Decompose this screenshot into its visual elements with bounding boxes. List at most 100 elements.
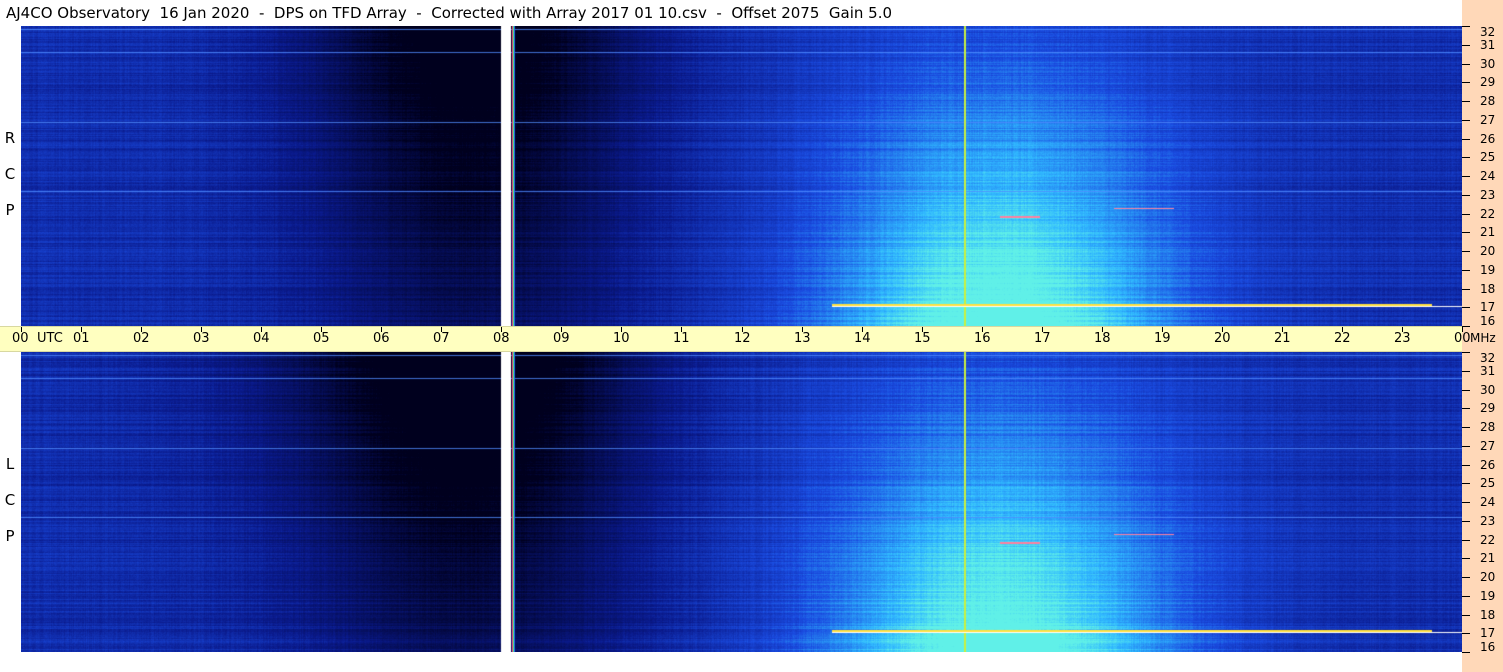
frequency-tick [1462, 652, 1470, 653]
frequency-tick-label: 31 [1480, 38, 1496, 52]
time-tick-label: 05 [313, 331, 330, 346]
time-tick-label: 13 [794, 331, 811, 346]
frequency-tick [1462, 502, 1470, 503]
frequency-tick-label: 27 [1480, 439, 1496, 453]
frequency-tick [1462, 596, 1470, 597]
time-tick-label: 00 [12, 331, 29, 346]
frequency-tick [1462, 195, 1470, 196]
frequency-tick [1462, 577, 1470, 578]
frequency-tick [1462, 26, 1470, 27]
frequency-tick-label: 22 [1480, 207, 1496, 221]
frequency-tick [1462, 352, 1470, 353]
frequency-tick [1462, 214, 1470, 215]
frequency-tick-label: 31 [1480, 364, 1496, 378]
time-tick-label: 12 [734, 331, 751, 346]
frequency-tick [1462, 64, 1470, 65]
time-tick-label: 03 [193, 331, 210, 346]
frequency-tick-label: 18 [1480, 282, 1496, 296]
frequency-tick-label: 16 [1480, 640, 1496, 654]
frequency-tick-label: 30 [1480, 383, 1496, 397]
time-tick-label: 22 [1334, 331, 1351, 346]
frequency-tick-label: 19 [1480, 589, 1496, 603]
frequency-tick-label: 16 [1480, 314, 1496, 328]
panel-label-letter: P [5, 527, 15, 545]
panel-label-letter: P [5, 201, 15, 219]
time-tick-label: 00 [1454, 331, 1471, 346]
panel-label-letter: L [5, 455, 15, 473]
frequency-tick [1462, 139, 1470, 140]
lcp-frequency-axis: 16 17 18 19 20 21 22 23 24 25 26 27 28 29 30 31 32 [1462, 351, 1503, 654]
frequency-tick-label: 26 [1480, 458, 1496, 472]
frequency-tick-label: 32 [1480, 351, 1496, 365]
frequency-tick-label: 22 [1480, 533, 1496, 547]
frequency-tick-label: 26 [1480, 132, 1496, 146]
frequency-tick-label: 21 [1480, 225, 1496, 239]
chart-title: AJ4CO Observatory 16 Jan 2020 - DPS on T… [0, 0, 1462, 26]
frequency-tick [1462, 307, 1470, 308]
time-tick-label: 01 [73, 331, 90, 346]
time-tick-label: 08 [493, 331, 510, 346]
frequency-tick [1462, 408, 1470, 409]
frequency-tick-label: 27 [1480, 113, 1496, 127]
frequency-tick [1462, 615, 1470, 616]
frequency-tick [1462, 157, 1470, 158]
panel-label-letter: R [4, 129, 16, 147]
time-tick-label: 04 [253, 331, 270, 346]
rcp-panel-label: RCP [3, 120, 17, 228]
frequency-tick [1462, 371, 1470, 372]
frequency-tick [1462, 232, 1470, 233]
frequency-tick-label: 28 [1480, 94, 1496, 108]
time-tick-label: 11 [673, 331, 690, 346]
frequency-tick-label: 32 [1480, 25, 1496, 39]
frequency-tick-label: 25 [1480, 476, 1496, 490]
frequency-tick-label: 24 [1480, 495, 1496, 509]
lcp-panel-label: LCP [3, 446, 17, 554]
rcp-spectrogram [21, 26, 1462, 326]
frequency-tick-label: 17 [1480, 300, 1496, 314]
frequency-tick-label: 29 [1480, 401, 1496, 415]
time-tick-label: 19 [1154, 331, 1171, 346]
frequency-tick [1462, 521, 1470, 522]
time-tick-label: 09 [553, 331, 570, 346]
frequency-tick [1462, 289, 1470, 290]
frequency-tick-label: 29 [1480, 75, 1496, 89]
frequency-tick-label: 25 [1480, 150, 1496, 164]
frequency-tick [1462, 540, 1470, 541]
frequency-tick-label: 21 [1480, 551, 1496, 565]
frequency-tick-label: 24 [1480, 169, 1496, 183]
frequency-tick-label: 17 [1480, 626, 1496, 640]
time-tick-label: 18 [1094, 331, 1111, 346]
frequency-tick-label: 23 [1480, 514, 1496, 528]
frequency-tick [1462, 270, 1470, 271]
frequency-tick [1462, 120, 1470, 121]
frequency-tick-label: 28 [1480, 420, 1496, 434]
bottom-margin [0, 652, 1462, 672]
time-tick-label: 20 [1214, 331, 1231, 346]
time-tick-label: 10 [613, 331, 630, 346]
frequency-tick-label: 20 [1480, 244, 1496, 258]
rcp-frequency-axis: 16 17 18 19 20 21 22 23 24 25 26 27 28 29 30 31 32 [1462, 25, 1503, 328]
frequency-tick [1462, 101, 1470, 102]
frequency-tick [1462, 465, 1470, 466]
frequency-unit-label: MHz [1470, 331, 1496, 345]
frequency-tick [1462, 427, 1470, 428]
frequency-tick-label: 20 [1480, 570, 1496, 584]
time-tick-label: 14 [854, 331, 871, 346]
time-unit-label: UTC [37, 331, 63, 346]
time-tick-label: 23 [1394, 331, 1411, 346]
frequency-tick [1462, 390, 1470, 391]
time-tick-label: 02 [133, 331, 150, 346]
time-tick-label: 15 [914, 331, 931, 346]
frequency-tick-label: 18 [1480, 608, 1496, 622]
frequency-tick [1462, 251, 1470, 252]
frequency-tick [1462, 326, 1470, 327]
frequency-tick-label: 30 [1480, 57, 1496, 71]
frequency-tick [1462, 176, 1470, 177]
frequency-tick-label: 19 [1480, 263, 1496, 277]
time-axis: 00 UTC 01 02 03 04 05 06 07 08 09 10 11 12 13 14 15 16 17 1… [0, 326, 1496, 352]
time-tick-label: 06 [373, 331, 390, 346]
frequency-tick [1462, 82, 1470, 83]
lcp-spectrogram [21, 352, 1462, 652]
frequency-tick [1462, 633, 1470, 634]
time-tick-label: 17 [1034, 331, 1051, 346]
